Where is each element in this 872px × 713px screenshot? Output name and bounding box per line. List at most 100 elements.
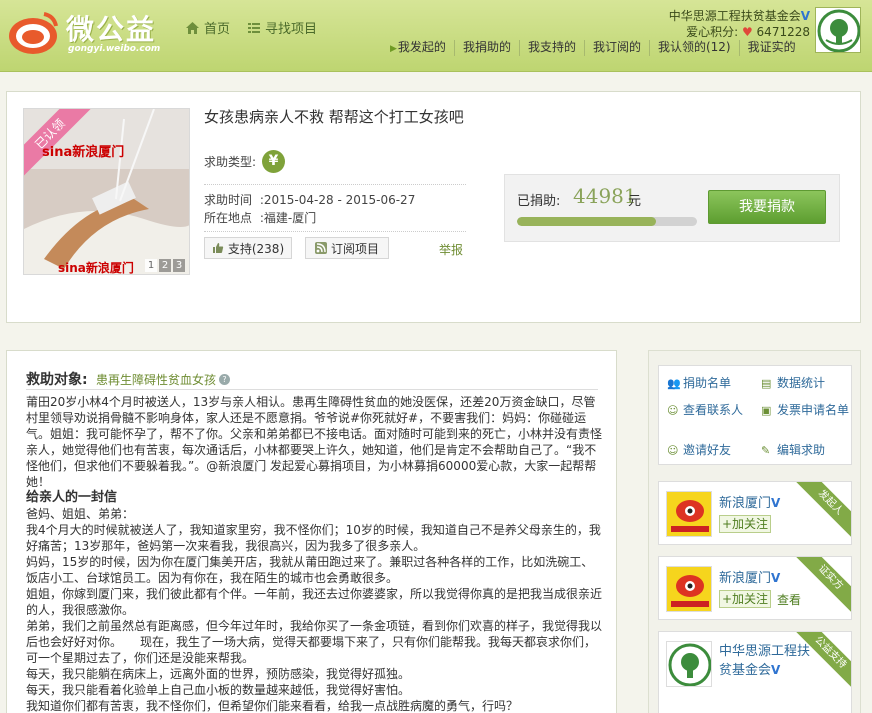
edit-icon: ✎ [761, 444, 771, 457]
story-paragraph: 爸妈、姐姐、弟弟： [26, 507, 135, 521]
menu-edit-request[interactable]: ✎ 编辑求助 [761, 442, 825, 459]
play-icon: ▶ [390, 44, 397, 54]
story-paragraph: 我知道你们都有苦衷，我不怪你们，但希望你们能来看看，给我一点战胜病魔的勇气，行吗… [26, 699, 519, 713]
brand-sub: gongyi.weibo.com [68, 44, 161, 54]
user-link-initiated[interactable]: ▶我发起的 [386, 40, 454, 56]
location-value: :福建-厦门 [259, 211, 317, 225]
nav-home-label: 首页 [204, 22, 231, 37]
user-link-verified[interactable]: 我证实的 [738, 40, 804, 56]
project-card: 已认领 sina新浪厦门 sina新浪厦门 1 2 3 女孩患病亲人不救 帮帮这… [6, 91, 861, 323]
help-time-label: 求助时间 [204, 193, 253, 207]
verified-icon: V [771, 496, 781, 510]
initiator-card: 新浪厦门 V +加关注 发起人 [658, 481, 852, 545]
target-name: 患再生障碍性贫血女孩 ? [96, 371, 231, 388]
menu-view-contacts[interactable]: ☺ 查看联系人 [667, 402, 743, 419]
org-info: 中华思源工程扶贫基金会V 爱心积分: ♥ 6471228 [669, 8, 810, 40]
follow-button[interactable]: +加关注 [719, 515, 771, 533]
score-value: 6471228 [756, 25, 810, 39]
photo-page-2[interactable]: 2 [159, 259, 171, 272]
invoice-icon: ▣ [761, 404, 772, 417]
report-link[interactable]: 举报 [439, 241, 463, 258]
verifier-ribbon: 证实方 [793, 557, 851, 615]
support-label: 支持(238) [227, 241, 285, 256]
story-text: 莆田20岁小林4个月时被送人，13岁与亲人相认。患再生障碍性贫血的她没医保，还差… [26, 394, 604, 713]
yen-icon: ¥ [262, 150, 286, 173]
sina-xiamen-avatar[interactable] [666, 566, 712, 612]
help-type: 求助类型: ¥ [204, 150, 286, 173]
weibo-logo-icon [9, 12, 58, 54]
story-paragraph: 莆田20岁小林4个月时被送人，13岁与亲人相认。患再生障碍性贫血的她没医保，还差… [26, 395, 603, 489]
user-link-donated[interactable]: 我捐助的 [453, 40, 519, 56]
help-time-value: :2015-04-28 - 2015-06-27 [259, 193, 416, 207]
org-avatar[interactable] [815, 7, 861, 53]
user-link-supported[interactable]: 我支持的 [518, 40, 584, 56]
verifier-name[interactable]: 新浪厦门 V [719, 567, 780, 586]
verified-icon: V [800, 9, 810, 23]
donate-button[interactable]: 我要捐款 [708, 190, 826, 224]
menu-donor-list[interactable]: 👥 捐助名单 [667, 375, 731, 392]
supporter-name[interactable]: 中华思源工程扶贫基金会 V [719, 642, 815, 680]
photo-watermark-top: sina新浪厦门 [42, 145, 125, 160]
location-label: 所在地点 [204, 211, 253, 225]
verified-icon: V [771, 663, 781, 677]
story-paragraph: 妈妈，15岁的时候，因为你在厦门集美开店，我就从莆田跑过来了。兼职过各种各样的工… [26, 555, 594, 585]
nav-find-label: 寻找项目 [265, 22, 318, 37]
score-label: 爱心积分: [686, 25, 739, 39]
org-name-link[interactable]: 中华思源工程扶贫基金会 [669, 9, 801, 23]
supporter-card: 中华思源工程扶贫基金会 V 公益支持 [658, 631, 852, 713]
donation-box: 已捐助: 44981 元 我要捐款 [504, 174, 840, 242]
help-question-icon[interactable]: ? [219, 374, 231, 385]
list-icon [248, 22, 261, 33]
support-button[interactable]: 支持(238) [204, 237, 292, 259]
verified-icon: V [771, 571, 781, 585]
contact-icon: ☺ [667, 404, 679, 417]
follow-button[interactable]: +加关注 [719, 590, 771, 608]
divider [204, 184, 466, 185]
subscribe-button[interactable]: 订阅项目 [305, 237, 389, 259]
photo-page-3[interactable]: 3 [173, 259, 185, 272]
org-emblem-icon [668, 643, 711, 686]
org-emblem-icon [817, 9, 860, 52]
donated-unit: 元 [628, 194, 642, 209]
org-avatar[interactable] [666, 641, 712, 687]
story-paragraph: 每天，我只能躺在病床上，远离外面的世界，预防感染，我觉得好孤独。 [26, 667, 411, 681]
donated-label: 已捐助: [517, 194, 561, 209]
menu-invite-friends[interactable]: ☺ 邀请好友 [667, 442, 731, 459]
site-logo[interactable]: 微公益 gongyi.weibo.com [6, 6, 176, 62]
help-type-label: 求助类型: [204, 155, 257, 169]
stats-icon: ▤ [761, 377, 772, 390]
project-detail: 救助对象: 患再生障碍性贫血女孩 ? 莆田20岁小林4个月时被送人，13岁与亲人… [6, 350, 617, 713]
project-photo[interactable]: 已认领 sina新浪厦门 sina新浪厦门 1 2 3 [23, 108, 190, 275]
divider [26, 389, 598, 390]
menu-invoice-list[interactable]: ▣ 发票申请名单 [761, 402, 849, 419]
help-time: 求助时间 :2015-04-28 - 2015-06-27 [204, 191, 415, 208]
invite-icon: ☺ [667, 444, 679, 457]
menu-statistics[interactable]: ▤ 数据统计 [761, 375, 825, 392]
help-location: 所在地点 :福建-厦门 [204, 209, 316, 226]
letter-heading: 给亲人的一封信 [26, 490, 118, 505]
target-name-link[interactable]: 患再生障碍性贫血女孩 [96, 371, 216, 388]
user-link-claimed[interactable]: 我认领的(12) [648, 40, 739, 56]
nav-home[interactable]: 首页 [186, 18, 230, 37]
nav-find-projects[interactable]: 寻找项目 [248, 18, 317, 37]
photo-page-1[interactable]: 1 [145, 259, 157, 272]
donation-progress-bar [517, 217, 697, 226]
users-icon: 👥 [667, 377, 681, 390]
initiator-name[interactable]: 新浪厦门 V [719, 492, 780, 511]
top-bar: 微公益 gongyi.weibo.com 首页 寻找项目 中华思源工程扶贫基金会… [0, 0, 872, 72]
story-paragraph: 我4个月大的时候就被送人了，我知道家里穷，我不怪你们；10岁的时候，我知道自己不… [26, 523, 601, 553]
rss-icon [314, 242, 327, 254]
sina-xiamen-avatar[interactable] [666, 491, 712, 537]
sina-eye-icon [667, 492, 711, 536]
user-link-subscribed[interactable]: 我订阅的 [583, 40, 649, 56]
target-label: 救助对象: [26, 372, 88, 388]
initiator-ribbon: 发起人 [793, 482, 851, 540]
story-paragraph: 每天，我只能看着化验单上自己血小板的数量越来越低，我觉得好害怕。 [26, 683, 411, 697]
sina-eye-icon [667, 567, 711, 611]
heart-icon: ♥ [741, 25, 753, 39]
story-paragraph: 弟弟，我们之前虽然总有距离感，但今年过年时，我给你买了一条金项链，看到你们欢喜的… [26, 619, 603, 665]
home-icon [186, 21, 199, 34]
user-links: ▶我发起的 我捐助的 我支持的 我订阅的 我认领的(12) 我证实的 [386, 40, 804, 56]
main-nav: 首页 寻找项目 [186, 18, 317, 37]
view-link[interactable]: 查看 [777, 591, 801, 608]
